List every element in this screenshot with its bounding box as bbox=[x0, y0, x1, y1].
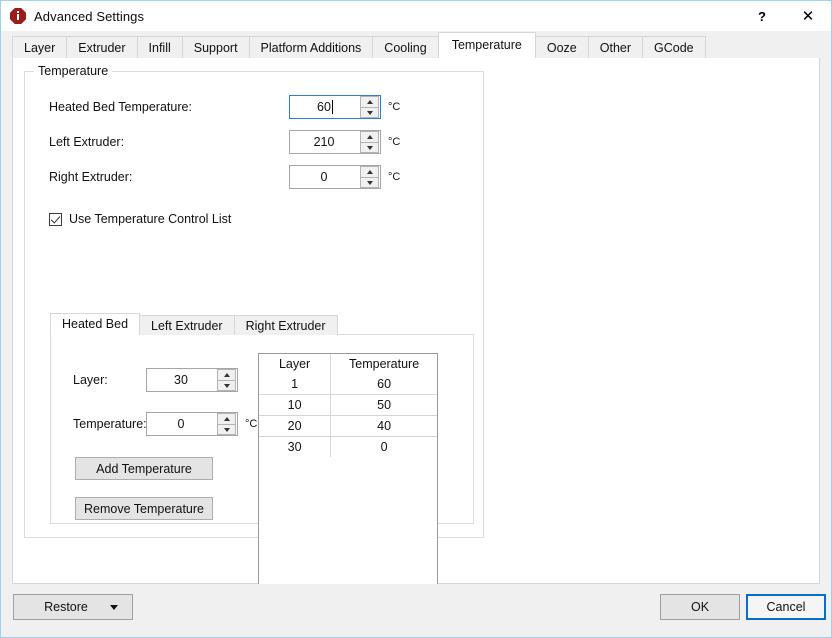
layer-spinner[interactable]: 30 bbox=[146, 368, 238, 392]
tab-other[interactable]: Other bbox=[587, 36, 644, 58]
tab-infill[interactable]: Infill bbox=[136, 36, 183, 58]
control-temperature-spin-buttons[interactable] bbox=[217, 413, 236, 435]
cell-layer[interactable]: 10 bbox=[259, 394, 332, 416]
layer-spin-buttons[interactable] bbox=[217, 369, 236, 391]
tab-temperature[interactable]: Temperature bbox=[437, 32, 536, 58]
table-row[interactable]: 1 60 bbox=[259, 374, 437, 395]
temperature-control-list-tabs: Heated Bed Left Extruder Right Extruder … bbox=[50, 313, 474, 593]
control-temperature-row: Temperature: 0 °C bbox=[73, 412, 257, 436]
inner-tab-right-extruder[interactable]: Right Extruder bbox=[233, 315, 338, 335]
left-extruder-temperature-row: Left Extruder: 210 °C bbox=[49, 130, 400, 154]
temperature-control-table[interactable]: Layer Temperature 1 60 10 50 20 40 30 0 bbox=[258, 353, 438, 593]
control-temperature-value[interactable]: 0 bbox=[147, 417, 217, 431]
cell-layer[interactable]: 20 bbox=[259, 415, 332, 437]
spin-up-icon[interactable] bbox=[217, 369, 236, 380]
spin-down-icon[interactable] bbox=[360, 107, 379, 118]
cell-temperature[interactable]: 0 bbox=[330, 436, 437, 457]
ok-button[interactable]: OK bbox=[660, 594, 740, 620]
table-header-row: Layer Temperature bbox=[259, 354, 437, 374]
spin-down-icon[interactable] bbox=[360, 177, 379, 188]
dialog-footer: Restore OK Cancel bbox=[1, 584, 831, 637]
temperature-groupbox-title: Temperature bbox=[34, 64, 113, 78]
tab-support[interactable]: Support bbox=[181, 36, 250, 58]
control-temperature-unit: °C bbox=[245, 418, 258, 430]
control-temperature-label: Temperature: bbox=[73, 417, 147, 431]
spin-up-icon[interactable] bbox=[360, 166, 379, 177]
right-extruder-spinner[interactable]: 0 bbox=[289, 165, 381, 189]
heated-bed-temperature-value[interactable]: 60 bbox=[290, 100, 360, 114]
cell-layer[interactable]: 30 bbox=[259, 436, 332, 457]
column-header-layer: Layer bbox=[259, 354, 332, 374]
heated-bed-panel: Layer: 30 Temperature: 0 °C Add Temperat… bbox=[50, 334, 474, 593]
add-temperature-button[interactable]: Add Temperature bbox=[75, 457, 213, 480]
heated-bed-temperature-spin-buttons[interactable] bbox=[360, 96, 379, 118]
left-extruder-label: Left Extruder: bbox=[49, 135, 125, 149]
cancel-button[interactable]: Cancel bbox=[746, 594, 826, 620]
table-row[interactable]: 20 40 bbox=[259, 415, 437, 437]
right-extruder-label: Right Extruder: bbox=[49, 170, 133, 184]
inner-tabstrip: Heated Bed Left Extruder Right Extruder bbox=[50, 313, 474, 335]
right-extruder-temperature-row: Right Extruder: 0 °C bbox=[49, 165, 400, 189]
info-octagon-icon bbox=[10, 8, 26, 24]
restore-button[interactable]: Restore bbox=[13, 594, 133, 620]
right-extruder-unit: °C bbox=[388, 171, 401, 183]
table-row[interactable]: 30 0 bbox=[259, 436, 437, 457]
advanced-settings-window: Advanced Settings ? ✕ Layer Extruder Inf… bbox=[0, 0, 832, 638]
heated-bed-temperature-row: Heated Bed Temperature: 60 °C bbox=[49, 95, 400, 119]
chevron-down-icon[interactable] bbox=[110, 604, 118, 610]
spin-down-icon[interactable] bbox=[360, 142, 379, 153]
inner-tab-heated-bed[interactable]: Heated Bed bbox=[50, 313, 141, 335]
left-extruder-spinner[interactable]: 210 bbox=[289, 130, 381, 154]
left-extruder-spin-buttons[interactable] bbox=[360, 131, 379, 153]
heated-bed-temperature-label: Heated Bed Temperature: bbox=[49, 100, 192, 114]
checkbox-box-icon[interactable] bbox=[49, 212, 62, 226]
column-header-temperature: Temperature bbox=[349, 357, 420, 371]
spin-up-icon[interactable] bbox=[217, 413, 236, 424]
right-extruder-value[interactable]: 0 bbox=[290, 170, 360, 184]
tab-extruder[interactable]: Extruder bbox=[66, 36, 138, 58]
cell-temperature[interactable]: 60 bbox=[331, 374, 437, 395]
title-bar: Advanced Settings ? ✕ bbox=[1, 1, 831, 31]
main-tabstrip-container: Layer Extruder Infill Support Platform A… bbox=[1, 31, 831, 58]
left-extruder-unit: °C bbox=[388, 136, 401, 148]
tab-cooling[interactable]: Cooling bbox=[372, 36, 439, 58]
layer-label: Layer: bbox=[73, 373, 108, 387]
spin-up-icon[interactable] bbox=[360, 131, 379, 142]
cell-layer[interactable]: 1 bbox=[259, 374, 332, 395]
left-extruder-value[interactable]: 210 bbox=[290, 135, 360, 149]
tab-ooze[interactable]: Ooze bbox=[534, 36, 589, 58]
temperature-table-grid: Layer Temperature 1 60 10 50 20 40 30 0 bbox=[259, 354, 437, 457]
spin-up-icon[interactable] bbox=[360, 96, 379, 107]
temperature-groupbox: Temperature Heated Bed Temperature: 60 °… bbox=[24, 64, 484, 593]
use-temperature-control-list-label: Use Temperature Control List bbox=[69, 212, 232, 226]
table-row[interactable]: 10 50 bbox=[259, 394, 437, 416]
right-extruder-spin-buttons[interactable] bbox=[360, 166, 379, 188]
layer-value[interactable]: 30 bbox=[147, 373, 217, 387]
tab-layer[interactable]: Layer bbox=[12, 36, 68, 58]
tab-platform-additions[interactable]: Platform Additions bbox=[248, 36, 374, 58]
tab-gcode[interactable]: GCode bbox=[642, 36, 706, 58]
heated-bed-temperature-unit: °C bbox=[388, 101, 401, 113]
use-temperature-control-list-checkbox[interactable]: Use Temperature Control List bbox=[49, 212, 231, 226]
layer-row: Layer: 30 bbox=[73, 368, 238, 392]
cell-temperature[interactable]: 40 bbox=[330, 415, 437, 437]
heated-bed-temperature-spinner[interactable]: 60 bbox=[289, 95, 381, 119]
inner-tab-left-extruder[interactable]: Left Extruder bbox=[139, 315, 235, 335]
control-temperature-spinner[interactable]: 0 bbox=[146, 412, 238, 436]
spin-down-icon[interactable] bbox=[217, 424, 236, 435]
window-title: Advanced Settings bbox=[34, 8, 145, 24]
spin-down-icon[interactable] bbox=[217, 380, 236, 391]
cell-temperature[interactable]: 50 bbox=[330, 394, 437, 416]
window-controls: ? ✕ bbox=[739, 1, 831, 31]
restore-button-label: Restore bbox=[44, 600, 88, 614]
close-icon[interactable]: ✕ bbox=[785, 1, 831, 31]
temperature-tab-page: Temperature Heated Bed Temperature: 60 °… bbox=[12, 58, 820, 593]
remove-temperature-button[interactable]: Remove Temperature bbox=[75, 497, 213, 520]
main-tabstrip: Layer Extruder Infill Support Platform A… bbox=[12, 31, 831, 58]
help-icon[interactable]: ? bbox=[739, 1, 785, 31]
